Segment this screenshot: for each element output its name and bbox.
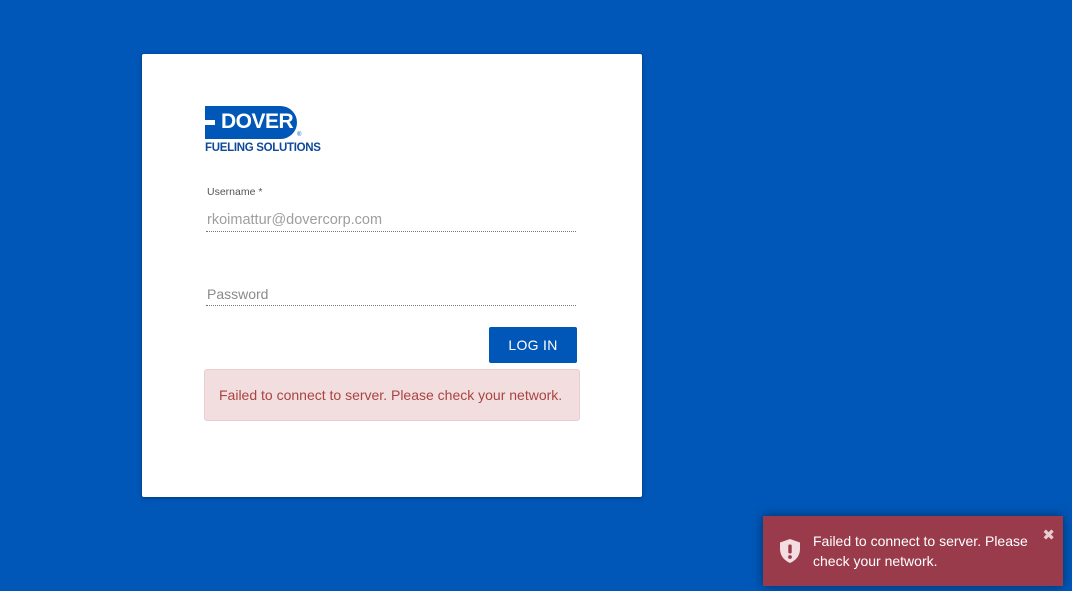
logo-tagline: FUELING SOLUTIONS [205,142,321,154]
shield-alert-icon [778,538,802,564]
login-page: { "brand": { "name": "DOVER", "registere… [0,0,1072,591]
dover-logo: DOVER ® FUELING SOLUTIONS [205,106,335,154]
logo-wordmark: DOVER [221,110,294,133]
login-button[interactable]: LOG IN [489,327,577,363]
username-label: Username * [207,186,263,198]
password-field[interactable] [206,282,576,306]
error-toast: Failed to connect to server. Please chec… [763,516,1063,586]
login-card: DOVER ® FUELING SOLUTIONS Username * LOG… [142,54,642,497]
username-field[interactable] [206,208,576,232]
logo-registered-mark: ® [297,132,302,138]
logo-bar [205,120,215,125]
toast-message: Failed to connect to server. Please chec… [813,533,1028,569]
error-alert: Failed to connect to server. Please chec… [204,369,580,421]
close-icon[interactable]: ✖ [1042,528,1055,544]
